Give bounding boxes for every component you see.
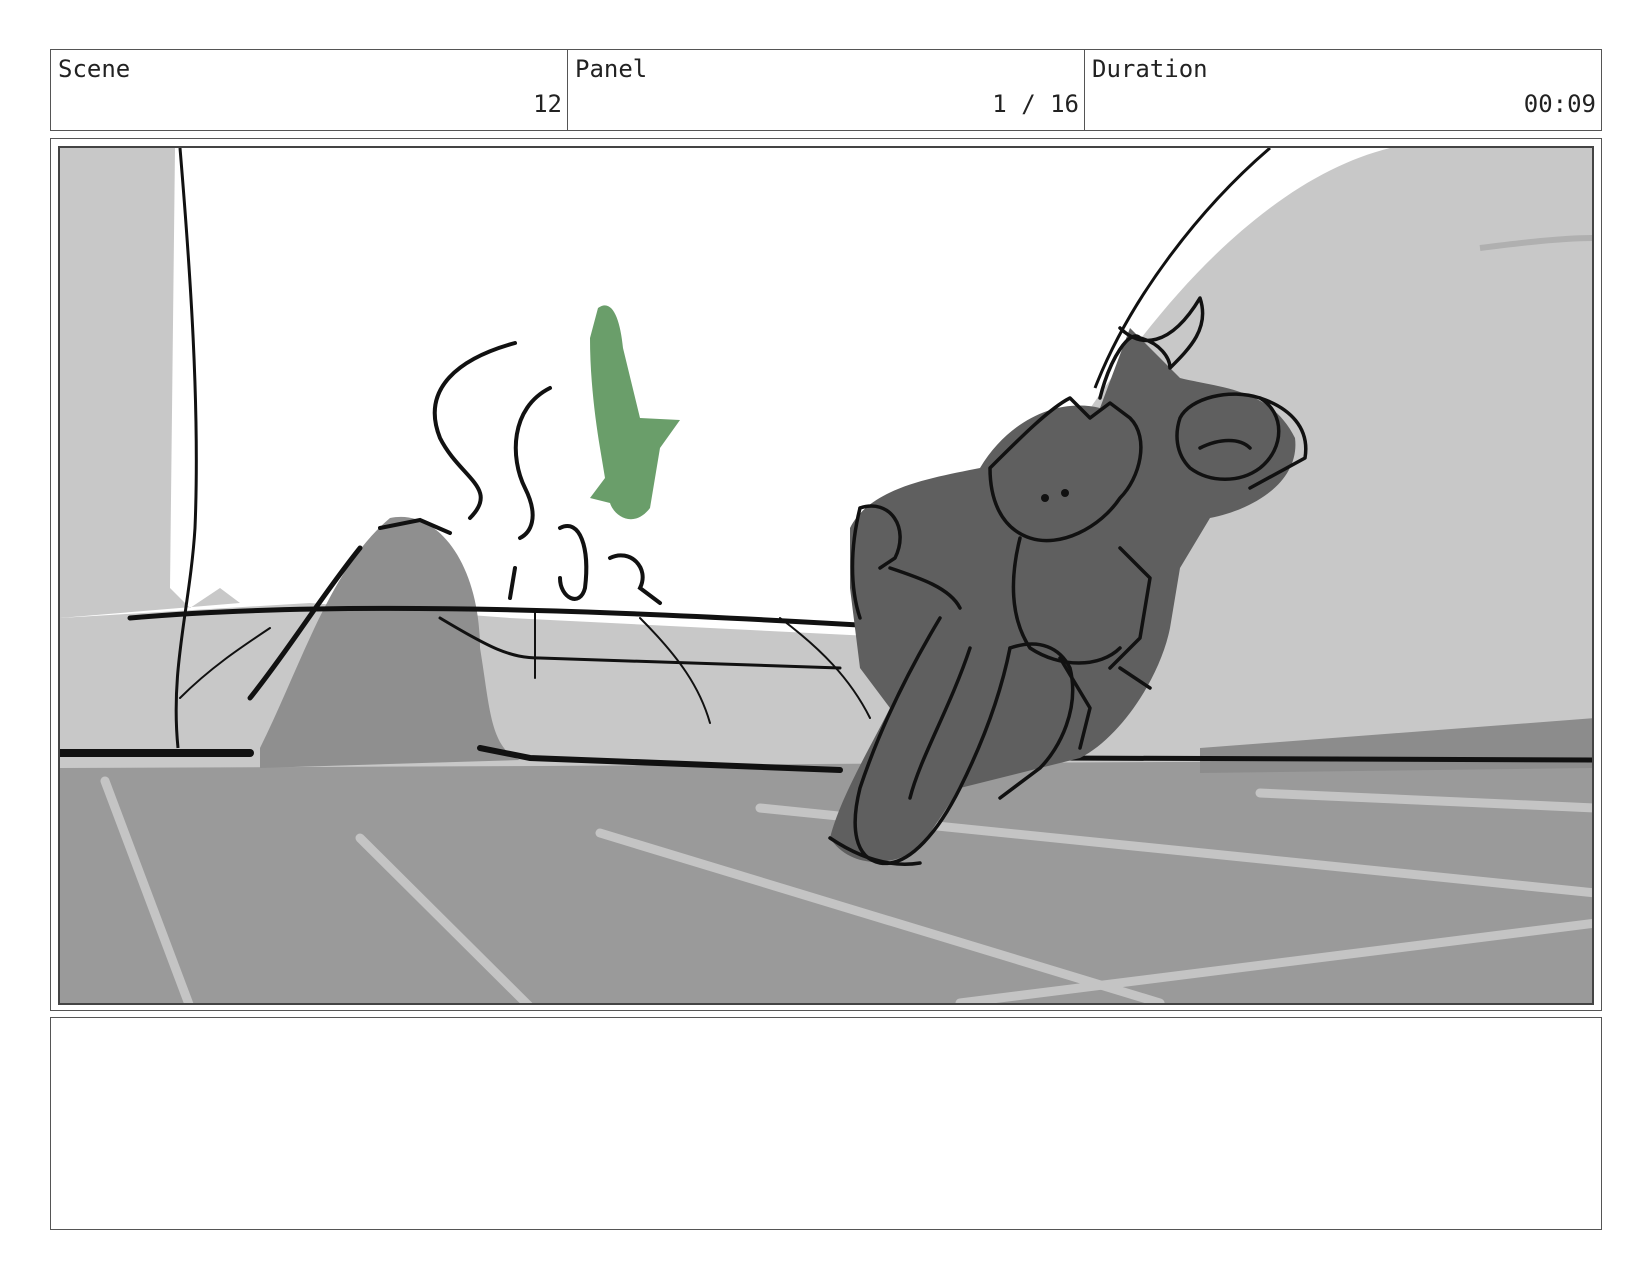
panel-number: 1 / 16: [992, 90, 1079, 118]
storyboard-frame: [50, 138, 1602, 1011]
scene-number: 12: [533, 90, 562, 118]
duration-label: Duration: [1092, 55, 1208, 83]
scene-cell: Scene 12: [51, 50, 568, 130]
sketch-drawing: [60, 148, 1592, 1003]
panel-label: Panel: [575, 55, 648, 83]
storyboard-image: [58, 146, 1594, 1005]
panel-header: Scene 12 Panel 1 / 16 Duration 00:09: [50, 49, 1602, 131]
panel-cell: Panel 1 / 16: [568, 50, 1085, 130]
notes-area: [50, 1017, 1602, 1230]
scene-label: Scene: [58, 55, 131, 83]
duration-cell: Duration 00:09: [1085, 50, 1601, 130]
duration-value: 00:09: [1523, 90, 1596, 118]
